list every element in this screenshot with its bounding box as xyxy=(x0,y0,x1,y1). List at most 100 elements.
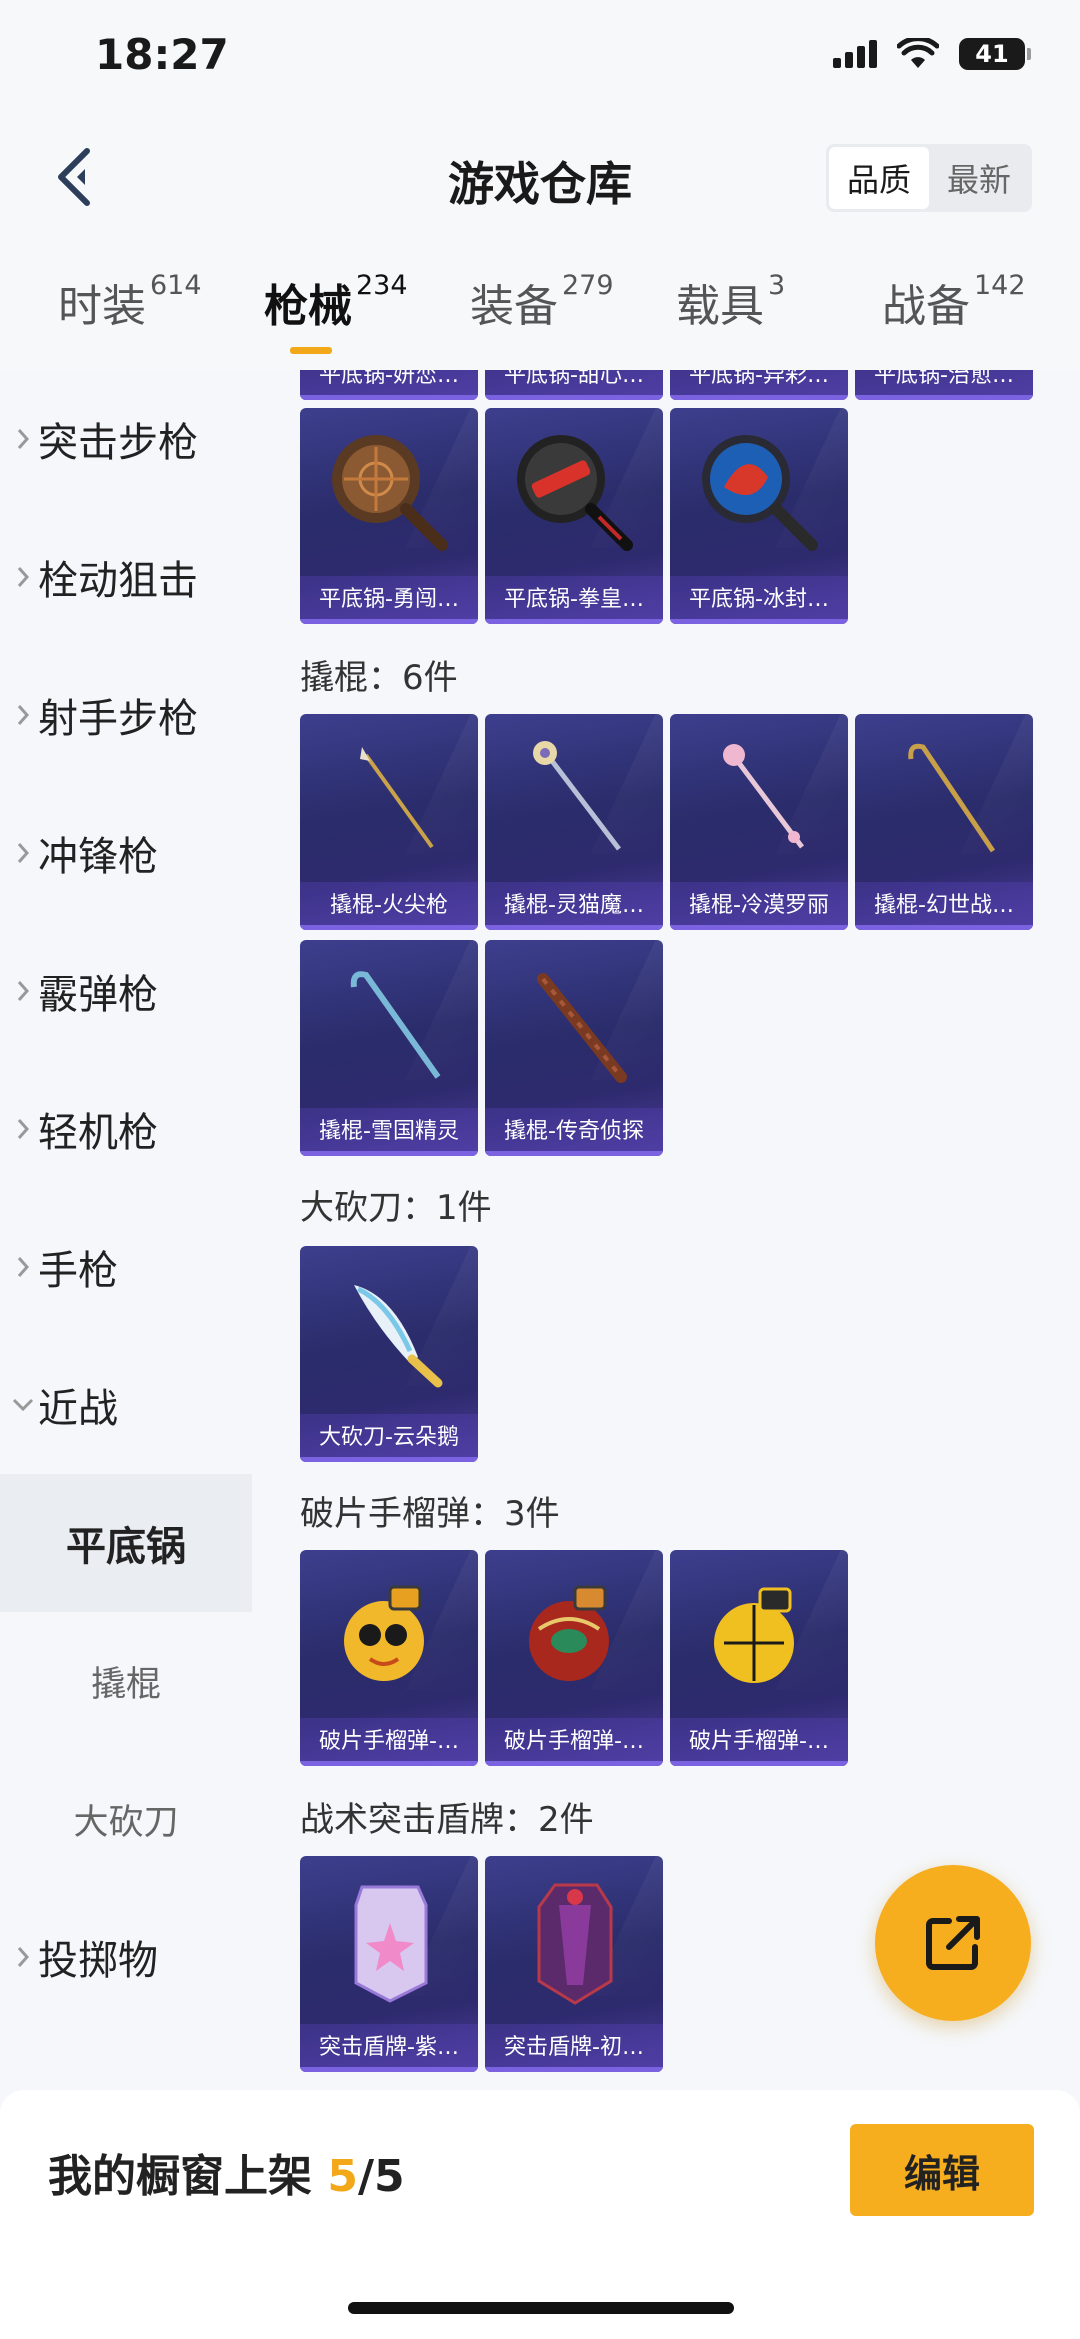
chevron-right-icon xyxy=(0,1255,38,1279)
item-label: 撬棍-冷漠罗丽 xyxy=(670,882,848,930)
sidebar-item-label: 突击步枪 xyxy=(38,420,198,466)
edit-button[interactable]: 编辑 xyxy=(850,2124,1034,2216)
item-label: 撬棍-雪国精灵 xyxy=(300,1108,478,1156)
section-title: 破片手榴弹：3件 xyxy=(300,1494,560,1534)
sort-newest-button[interactable]: 最新 xyxy=(929,147,1029,209)
tab-vehicles[interactable]: 载具 3 xyxy=(676,270,785,334)
tab-label: 装备 xyxy=(470,281,558,332)
sidebar-item-label: 撬棍 xyxy=(90,1664,161,1705)
sort-toggle: 品质 最新 xyxy=(826,144,1032,212)
frying-pan-art xyxy=(300,408,478,576)
item-label: 平底锅-冰封… xyxy=(670,576,848,624)
sidebar-item-label: 射手步枪 xyxy=(38,696,198,742)
sidebar-item-label: 近战 xyxy=(38,1386,118,1432)
sidebar-item-assault-rifle[interactable]: 突击步枪 xyxy=(0,370,252,508)
item-card[interactable]: 撬棍-冷漠罗丽 xyxy=(670,714,848,930)
tab-equipment[interactable]: 装备 279 xyxy=(470,270,614,334)
item-label: 破片手榴弹-… xyxy=(300,1718,478,1766)
sort-quality-button[interactable]: 品质 xyxy=(829,147,929,209)
tab-label: 枪械 xyxy=(264,281,352,332)
sidebar-subitem-crowbar[interactable]: 撬棍 xyxy=(0,1612,252,1750)
item-card[interactable]: 破片手榴弹-… xyxy=(485,1550,663,1766)
sidebar-item-melee[interactable]: 近战 xyxy=(0,1336,252,1474)
item-card[interactable]: 平底锅-勇闯… xyxy=(300,408,478,624)
item-label: 撬棍-幻世战… xyxy=(855,882,1033,930)
item-card[interactable]: 平底锅-冰封… xyxy=(670,408,848,624)
chevron-right-icon xyxy=(0,703,38,727)
tab-count: 234 xyxy=(356,270,408,301)
item-label: 撬棍-火尖枪 xyxy=(300,882,478,930)
sidebar-item-pistol[interactable]: 手枪 xyxy=(0,1198,252,1336)
status-icons: 41 xyxy=(833,38,1031,70)
showcase-total-count: /5 xyxy=(357,2151,405,2202)
sidebar-item-label: 栓动狙击 xyxy=(38,558,198,604)
item-card[interactable]: 撬棍-传奇侦探 xyxy=(485,940,663,1156)
chevron-right-icon xyxy=(0,565,38,589)
cellular-signal-icon xyxy=(833,40,877,68)
item-label: 平底锅-拳皇… xyxy=(485,576,663,624)
crowbar-art xyxy=(485,714,663,882)
showcase-status: 我的橱窗上架 5/5 xyxy=(48,2140,405,2204)
item-card[interactable]: 撬棍-幻世战… xyxy=(855,714,1033,930)
item-card[interactable]: 平底锅-异彩… xyxy=(670,370,848,400)
tab-count: 3 xyxy=(768,270,786,301)
item-card[interactable]: 平底锅-治愈… xyxy=(855,370,1033,400)
sidebar-item-label: 手枪 xyxy=(38,1248,118,1294)
showcase-current-count: 5 xyxy=(327,2151,358,2202)
sidebar-item-lmg[interactable]: 轻机枪 xyxy=(0,1060,252,1198)
item-label: 平底锅-甜心… xyxy=(485,370,663,400)
item-card[interactable]: 破片手榴弹-… xyxy=(300,1550,478,1766)
sidebar-item-label: 投掷物 xyxy=(38,1938,158,1984)
sidebar-subitem-frying-pan[interactable]: 平底锅 xyxy=(0,1474,252,1612)
sidebar-item-label: 冲锋枪 xyxy=(38,834,158,880)
tab-supplies[interactable]: 战备 142 xyxy=(882,270,1026,334)
tab-label: 战备 xyxy=(882,281,970,332)
crowbar-art xyxy=(300,940,478,1108)
tab-fashion[interactable]: 时装 614 xyxy=(58,270,202,334)
wifi-icon xyxy=(897,38,939,68)
share-button[interactable] xyxy=(875,1865,1031,2021)
item-card[interactable]: 大砍刀-云朵鹅 xyxy=(300,1246,478,1462)
item-card[interactable]: 撬棍-火尖枪 xyxy=(300,714,478,930)
category-tabs: 时装 614 枪械 234 装备 279 载具 3 战备 142 xyxy=(0,240,1080,370)
item-label: 突击盾牌-初… xyxy=(485,2024,663,2072)
sidebar-item-bolt-sniper[interactable]: 栓动狙击 xyxy=(0,508,252,646)
item-card[interactable]: 撬棍-灵猫魔… xyxy=(485,714,663,930)
sidebar-item-throwables[interactable]: 投掷物 xyxy=(0,1888,252,2026)
grenade-art xyxy=(485,1550,663,1718)
section-title: 大砍刀：1件 xyxy=(300,1188,492,1228)
tab-guns[interactable]: 枪械 234 xyxy=(264,270,408,334)
home-indicator xyxy=(348,2302,734,2314)
sidebar-item-marksman-rifle[interactable]: 射手步枪 xyxy=(0,646,252,784)
sidebar-item-smg[interactable]: 冲锋枪 xyxy=(0,784,252,922)
item-card[interactable]: 平底锅-甜心… xyxy=(485,370,663,400)
sidebar-item-label: 霰弹枪 xyxy=(38,972,158,1018)
item-label: 破片手榴弹-… xyxy=(670,1718,848,1766)
crowbar-art xyxy=(300,714,478,882)
active-tab-indicator xyxy=(290,347,332,354)
item-label: 平底锅-治愈… xyxy=(855,370,1033,400)
sidebar-item-label: 轻机枪 xyxy=(38,1110,158,1156)
showcase-label: 我的橱窗上架 xyxy=(48,2151,312,2202)
item-label: 平底锅-异彩… xyxy=(670,370,848,400)
crowbar-art xyxy=(855,714,1033,882)
tab-label: 载具 xyxy=(676,281,764,332)
item-card[interactable]: 平底锅-妍恋… xyxy=(300,370,478,400)
sidebar-subitem-machete[interactable]: 大砍刀 xyxy=(0,1750,252,1888)
machete-art xyxy=(300,1246,478,1414)
chevron-right-icon xyxy=(0,427,38,451)
sidebar-item-shotgun[interactable]: 霰弹枪 xyxy=(0,922,252,1060)
item-card[interactable]: 突击盾牌-初… xyxy=(485,1856,663,2072)
item-label: 撬棍-灵猫魔… xyxy=(485,882,663,930)
item-card[interactable]: 撬棍-雪国精灵 xyxy=(300,940,478,1156)
grenade-art xyxy=(300,1550,478,1718)
section-title: 战术突击盾牌：2件 xyxy=(300,1800,594,1840)
status-time: 18:27 xyxy=(95,30,229,79)
item-label: 大砍刀-云朵鹅 xyxy=(300,1414,478,1462)
item-card[interactable]: 突击盾牌-紫… xyxy=(300,1856,478,2072)
item-label: 平底锅-勇闯… xyxy=(300,576,478,624)
status-bar: 18:27 41 xyxy=(0,0,1080,120)
sidebar-item-label: 平底锅 xyxy=(66,1524,186,1570)
item-card[interactable]: 破片手榴弹-… xyxy=(670,1550,848,1766)
item-card[interactable]: 平底锅-拳皇… xyxy=(485,408,663,624)
